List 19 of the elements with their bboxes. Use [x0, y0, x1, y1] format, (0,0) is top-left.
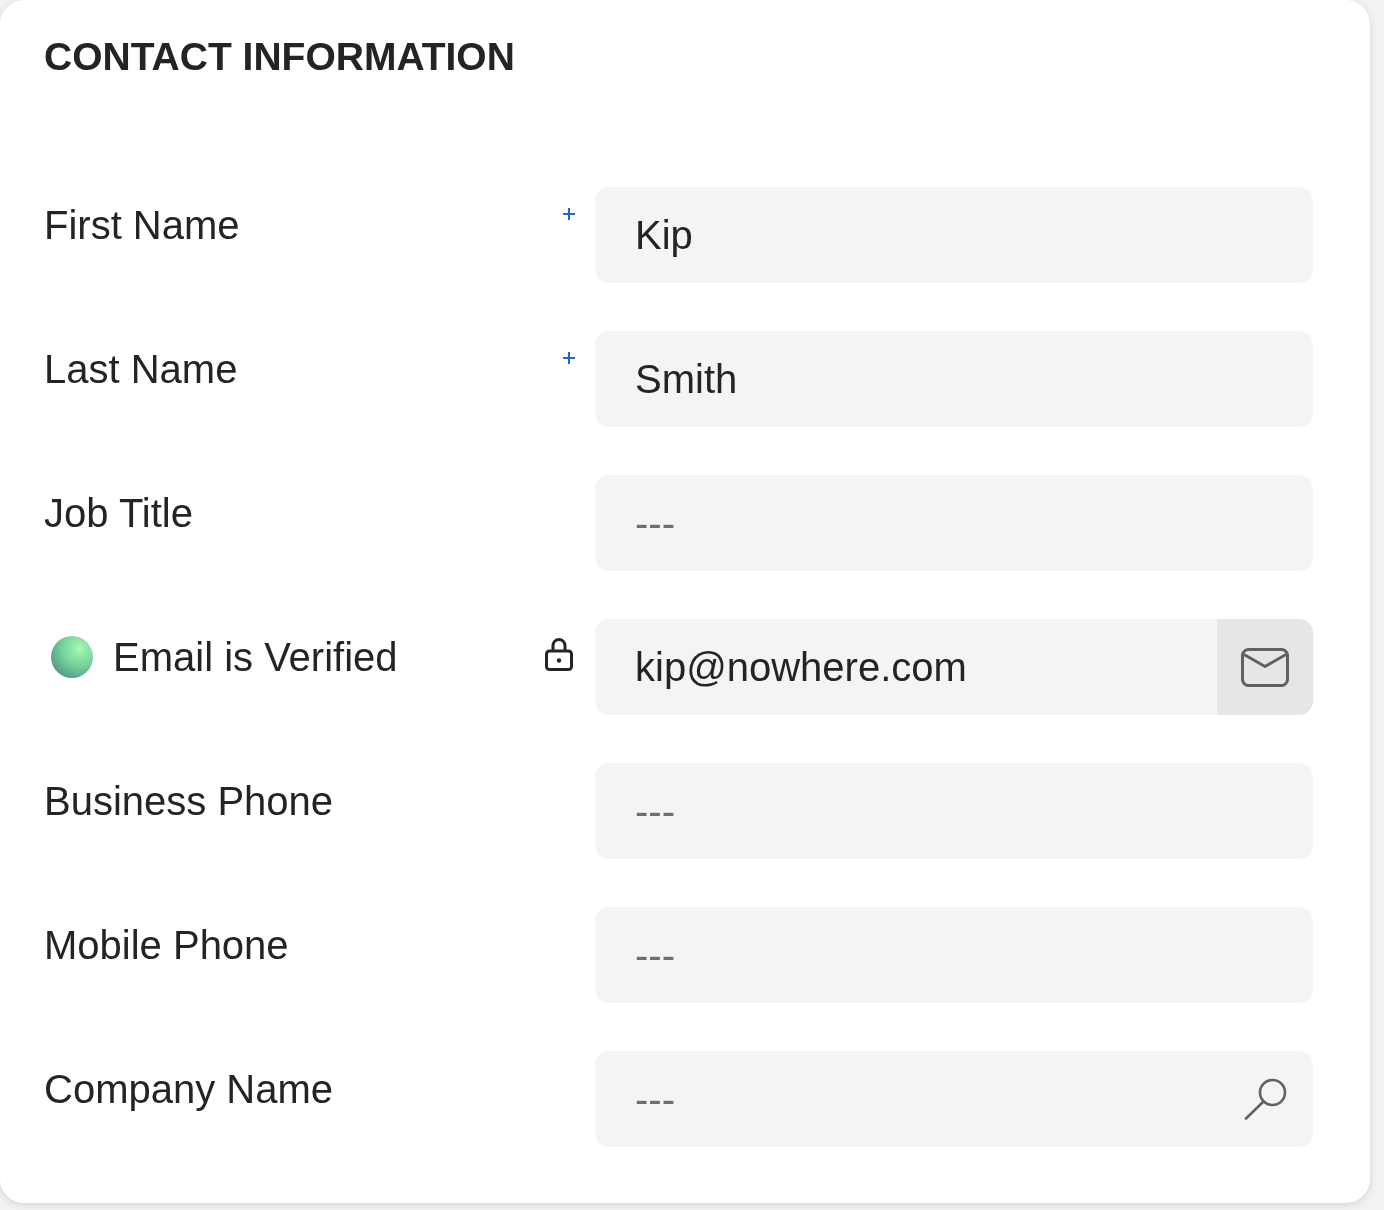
- search-button[interactable]: [1217, 1051, 1313, 1147]
- lookup-input[interactable]: ---: [595, 1051, 1217, 1147]
- field-label: Business Phone: [44, 778, 334, 825]
- section-title: CONTACT INFORMATION: [44, 34, 515, 80]
- field-label: Mobile Phone: [44, 922, 289, 969]
- mail-icon: [1241, 647, 1289, 687]
- text-input[interactable]: ---: [595, 475, 1313, 571]
- send-email-button[interactable]: [1217, 619, 1313, 715]
- email-input[interactable]: kip@nowhere.com: [595, 619, 1217, 715]
- search-icon: [1243, 1078, 1287, 1120]
- text-input[interactable]: ---: [595, 763, 1313, 859]
- field-label: Job Title: [44, 490, 193, 537]
- text-input[interactable]: Kip: [595, 187, 1313, 283]
- text-input[interactable]: Smith: [595, 331, 1313, 427]
- field-label: Email is Verified: [113, 634, 398, 681]
- field-label: Last Name: [44, 346, 238, 393]
- text-input[interactable]: ---: [595, 907, 1313, 1003]
- field-label: First Name: [44, 202, 240, 249]
- field-label: Company Name: [44, 1066, 333, 1113]
